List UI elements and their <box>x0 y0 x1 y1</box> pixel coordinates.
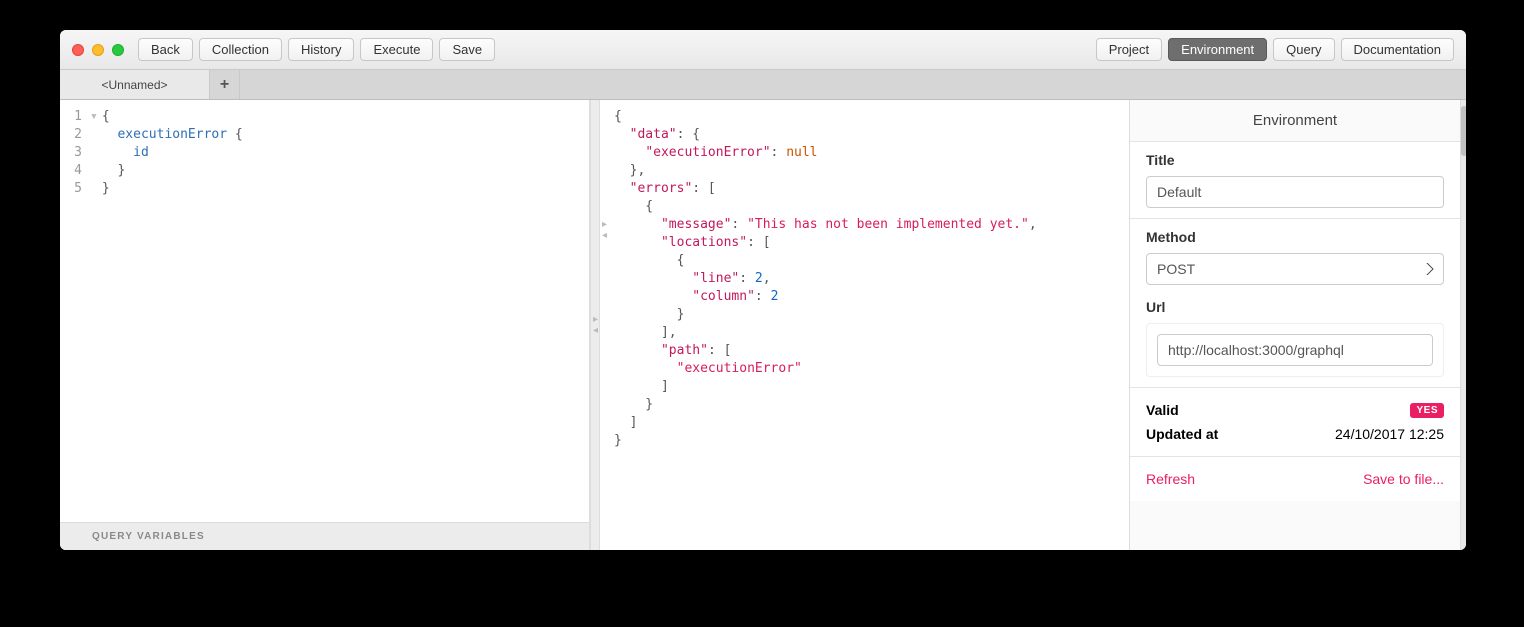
tab-label: <Unnamed> <box>101 78 167 92</box>
updated-value: 24/10/2017 12:25 <box>1335 426 1444 442</box>
method-label: Method <box>1146 229 1444 245</box>
panel-title-text: Environment <box>1253 112 1337 129</box>
add-tab-button[interactable]: + <box>210 70 240 99</box>
history-button[interactable]: History <box>288 38 354 61</box>
collection-button[interactable]: Collection <box>199 38 282 61</box>
valid-label: Valid <box>1146 402 1179 418</box>
content-area: 1 2 3 4 5 ▾ { executionError { id } } QU… <box>60 100 1466 550</box>
tab-bar: <Unnamed> + <box>60 70 1466 100</box>
titlebar: Back Collection History Execute Save Project… <box>60 30 1466 70</box>
project-button[interactable]: Project <box>1096 38 1162 61</box>
panel-title: Environment <box>1130 100 1460 142</box>
minimize-icon[interactable] <box>92 44 104 56</box>
url-box <box>1146 323 1444 377</box>
scrollbar[interactable] <box>1460 100 1466 550</box>
url-label: Url <box>1146 299 1444 315</box>
splitter[interactable]: ▸◂ <box>590 100 600 550</box>
refresh-link[interactable]: Refresh <box>1146 471 1195 487</box>
query-variables-header[interactable]: QUERY VARIABLES <box>60 522 589 550</box>
title-input[interactable] <box>1146 176 1444 208</box>
updated-label: Updated at <box>1146 426 1218 442</box>
toolbar-right: Project Environment Query Documentation <box>1096 38 1454 61</box>
splitter-arrows-icon: ▸◂ <box>591 312 600 338</box>
title-section: Title <box>1130 142 1460 219</box>
method-value: POST <box>1157 261 1195 277</box>
plus-icon: + <box>220 76 229 94</box>
method-section: Method POST <box>1130 219 1460 289</box>
response-viewer[interactable]: { "data": { "executionError": null }, "e… <box>600 100 1129 458</box>
response-pane: ▸◂ { "data": { "executionError": null },… <box>600 100 1130 550</box>
toolbar-left: Back Collection History Execute Save <box>138 38 495 61</box>
app-window: Back Collection History Execute Save Project… <box>60 30 1466 550</box>
query-variables-label: QUERY VARIABLES <box>92 531 205 542</box>
panel-actions: Refresh Save to file... <box>1130 457 1460 501</box>
title-label: Title <box>1146 152 1444 168</box>
valid-badge: YES <box>1410 403 1444 418</box>
window-controls <box>72 44 124 56</box>
query-button[interactable]: Query <box>1273 38 1334 61</box>
method-select[interactable]: POST <box>1146 253 1444 285</box>
environment-panel: Environment Title Method POST Url <box>1130 100 1460 550</box>
scrollbar-thumb[interactable] <box>1461 106 1466 156</box>
execute-button[interactable]: Execute <box>360 38 433 61</box>
query-editor[interactable]: 1 2 3 4 5 ▾ { executionError { id } } <box>60 100 589 522</box>
documentation-button[interactable]: Documentation <box>1341 38 1454 61</box>
back-button[interactable]: Back <box>138 38 193 61</box>
close-icon[interactable] <box>72 44 84 56</box>
query-editor-pane: 1 2 3 4 5 ▾ { executionError { id } } QU… <box>60 100 590 550</box>
environment-button[interactable]: Environment <box>1168 38 1267 61</box>
status-section: Valid YES Updated at 24/10/2017 12:25 <box>1130 388 1460 457</box>
save-button[interactable]: Save <box>439 38 495 61</box>
fold-arrows-icon: ▸◂ <box>600 217 609 243</box>
save-to-file-link[interactable]: Save to file... <box>1363 471 1444 487</box>
url-section: Url <box>1130 289 1460 388</box>
tab-unnamed[interactable]: <Unnamed> <box>60 70 210 99</box>
zoom-icon[interactable] <box>112 44 124 56</box>
url-input[interactable] <box>1157 334 1433 366</box>
